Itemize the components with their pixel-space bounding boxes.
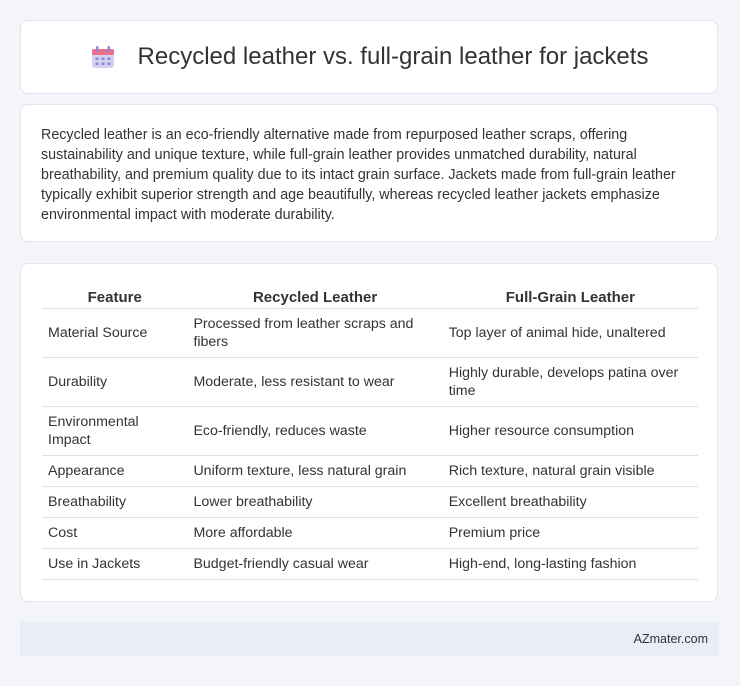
row-feature: Appearance — [42, 455, 188, 487]
row-full-grain: Highly durable, develops patina over tim… — [442, 357, 698, 407]
row-recycled: Lower breathability — [187, 486, 443, 518]
table-row: Cost More affordable Premium price — [42, 517, 698, 549]
table-row: Appearance Uniform texture, less natural… — [42, 455, 698, 487]
table-row: Durability Moderate, less resistant to w… — [42, 357, 698, 407]
comparison-table: Feature Recycled Leather Full-Grain Leat… — [42, 286, 698, 580]
row-recycled: Uniform texture, less natural grain — [187, 455, 443, 487]
row-feature: Cost — [42, 517, 188, 549]
row-feature: Durability — [42, 357, 188, 407]
row-feature: Material Source — [42, 308, 188, 358]
title-card: Recycled leather vs. full-grain leather … — [20, 20, 718, 94]
footer: AZmater.com — [20, 622, 718, 656]
header-full-grain-leather: Full-Grain Leather — [442, 286, 698, 309]
table-row: Use in Jackets Budget-friendly casual we… — [42, 548, 698, 580]
page-title: Recycled leather vs. full-grain leather … — [137, 43, 649, 70]
footer-brand: AZmater.com — [633, 632, 708, 646]
table-header-row: Feature Recycled Leather Full-Grain Leat… — [42, 286, 698, 309]
row-full-grain: High-end, long-lasting fashion — [442, 548, 698, 580]
calendar-icon — [90, 44, 116, 70]
summary-text: Recycled leather is an eco-friendly alte… — [41, 127, 676, 223]
row-feature: Environmental Impact — [42, 406, 188, 456]
row-recycled: Eco-friendly, reduces waste — [187, 406, 443, 456]
table-row: Environmental Impact Eco-friendly, reduc… — [42, 406, 698, 456]
row-full-grain: Top layer of animal hide, unaltered — [442, 308, 698, 358]
row-recycled: Budget-friendly casual wear — [187, 548, 443, 580]
row-full-grain: Premium price — [442, 517, 698, 549]
comparison-card: Feature Recycled Leather Full-Grain Leat… — [20, 263, 718, 602]
row-full-grain: Rich texture, natural grain visible — [442, 455, 698, 487]
header-feature: Feature — [42, 286, 188, 309]
header-recycled-leather: Recycled Leather — [187, 286, 443, 309]
table-row: Breathability Lower breathability Excell… — [42, 486, 698, 518]
row-recycled: Processed from leather scraps and fibers — [187, 308, 443, 358]
row-recycled: More affordable — [187, 517, 443, 549]
row-recycled: Moderate, less resistant to wear — [187, 357, 443, 407]
row-full-grain: Excellent breathability — [442, 486, 698, 518]
row-feature: Breathability — [42, 486, 188, 518]
summary-card: Recycled leather is an eco-friendly alte… — [20, 104, 718, 242]
row-feature: Use in Jackets — [42, 548, 188, 580]
table-row: Material Source Processed from leather s… — [42, 308, 698, 358]
row-full-grain: Higher resource consumption — [442, 406, 698, 456]
